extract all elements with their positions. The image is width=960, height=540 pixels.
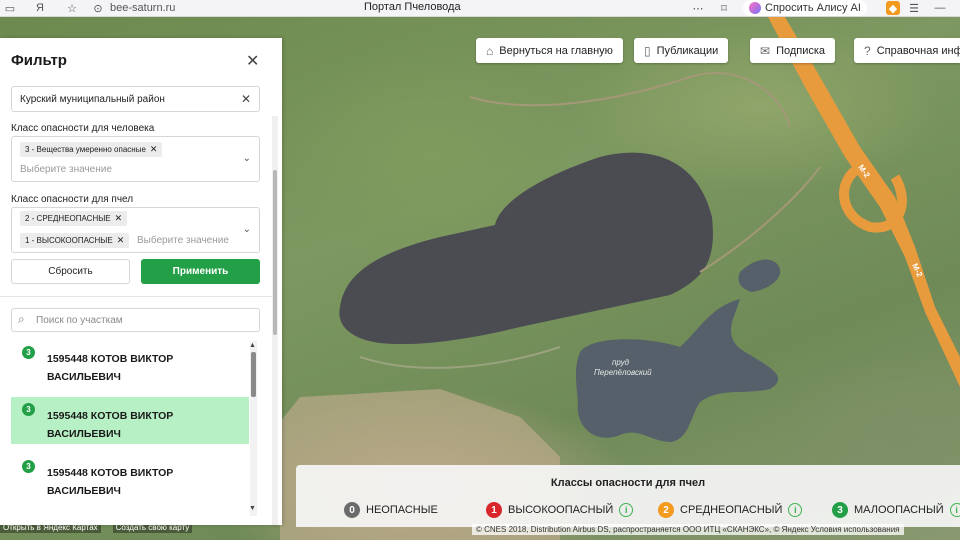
pond-small-shape: [738, 259, 781, 292]
home-label: Вернуться на главную: [499, 44, 613, 57]
chip-remove-icon[interactable]: ✕: [117, 235, 125, 246]
alice-label: Спросить Алису AI: [765, 2, 861, 14]
legend-badge: 2: [658, 502, 674, 518]
chip-label: 1 - ВЫСОКООПАСНЫЕ: [25, 236, 113, 245]
help-button[interactable]: ? Справочная инфо: [854, 38, 960, 63]
chip-remove-icon[interactable]: ✕: [115, 213, 123, 224]
sidebar-icon[interactable]: ▭: [2, 0, 18, 16]
reset-button[interactable]: Сбросить: [11, 259, 130, 284]
legend-badge: 1: [486, 502, 502, 518]
pond-label-1: пруд: [612, 358, 630, 367]
address-bar[interactable]: bee-saturn.ru: [110, 2, 175, 14]
info-icon[interactable]: i: [949, 503, 960, 517]
highway-shape: [768, 17, 960, 387]
extension-icon[interactable]: ◆: [886, 1, 900, 15]
close-icon[interactable]: ✕: [246, 51, 259, 71]
search-placeholder: Поиск по участкам: [36, 315, 123, 326]
home-button[interactable]: ⌂ Вернуться на главную: [476, 38, 623, 63]
legend-label: НЕОПАСНЫЕ: [366, 504, 438, 516]
legend-label: ВЫСОКООПАСНЫЙ: [508, 504, 614, 516]
scroll-up-icon[interactable]: ▲: [249, 342, 256, 349]
apply-button[interactable]: Применить: [141, 259, 260, 284]
search-input[interactable]: ⌕ Поиск по участкам: [11, 308, 260, 332]
legend-item-3: 3 МАЛООПАСНЫЙ i: [832, 502, 960, 518]
help-label: Справочная инфо: [876, 44, 960, 57]
hazard-badge: 3: [22, 460, 35, 473]
question-icon: ?: [864, 43, 871, 58]
chip-remove-icon[interactable]: ✕: [150, 144, 158, 155]
district-value: Курский муниципальный район: [20, 94, 165, 105]
list-item[interactable]: 3 1595448 КОТОВ ВИКТОР ВАСИЛЬЕВИЧ: [11, 397, 249, 444]
yandex-icon[interactable]: Я: [32, 0, 48, 16]
legend-label: МАЛООПАСНЫЙ: [854, 504, 944, 516]
bee-hazard-placeholder: Выберите значение: [137, 235, 229, 246]
list-item-label: 1595448 КОТОВ ВИКТОР ВАСИЛЬЕВИЧ: [47, 467, 174, 497]
legend-item-0: 0 НЕОПАСНЫЕ: [344, 502, 438, 518]
star-icon[interactable]: ☆: [64, 0, 80, 16]
legend-item-2: 2 СРЕДНЕОПАСНЫЙ i: [658, 502, 803, 518]
bookmark-icon[interactable]: ⌑: [716, 0, 732, 16]
list-item-label: 1595448 КОТОВ ВИКТОР ВАСИЛЬЕВИЧ: [47, 353, 174, 383]
alice-icon: [749, 2, 761, 14]
human-hazard-label: Класс опасности для человека: [11, 123, 155, 134]
hazard-badge: 3: [22, 346, 35, 359]
chip-label: 2 - СРЕДНЕОПАСНЫЕ: [25, 214, 111, 223]
subscribe-label: Подписка: [776, 44, 826, 57]
bee-hazard-label: Класс опасности для пчел: [11, 194, 134, 205]
legend-item-1: 1 ВЫСОКООПАСНЫЙ i: [486, 502, 634, 518]
hazard-badge: 3: [22, 403, 35, 416]
dirt-road: [359, 346, 561, 369]
filter-panel: Фильтр ✕ Курский муниципальный район ✕ К…: [0, 38, 282, 525]
chevron-down-icon[interactable]: ⌄: [243, 224, 251, 235]
legend-badge: 0: [344, 502, 360, 518]
map-copyright: © CNES 2018, Distribution Airbus DS, рас…: [472, 524, 904, 535]
human-hazard-chip: 3 - Вещества умеренно опасные ✕: [20, 142, 163, 157]
publications-label: Публикации: [656, 44, 719, 57]
subscribe-button[interactable]: ✉ Подписка: [750, 38, 836, 63]
human-hazard-placeholder: Выберите значение: [20, 164, 112, 175]
pond-label-2: Перепёловский: [594, 368, 652, 377]
publications-icon: ▯: [644, 43, 651, 58]
bee-hazard-chip: 1 - ВЫСОКООПАСНЫЕ ✕: [20, 233, 130, 248]
district-select[interactable]: Курский муниципальный район ✕: [11, 86, 260, 112]
info-icon[interactable]: i: [619, 503, 634, 517]
browser-toolbar: ▭ Я ☆ ⊙ bee-saturn.ru Портал Пчеловода ⋯…: [0, 0, 960, 17]
envelope-icon: ✉: [760, 43, 771, 58]
list-scroll-thumb[interactable]: [251, 352, 256, 397]
panel-scroll-thumb[interactable]: [273, 170, 277, 335]
lock-icon: ⊙: [93, 2, 103, 15]
bee-hazard-select[interactable]: 2 - СРЕДНЕОПАСНЫЕ ✕ 1 - ВЫСОКООПАСНЫЕ ✕ …: [11, 207, 260, 253]
menu-dots-icon[interactable]: ⋯: [690, 0, 706, 16]
bee-hazard-legend: Классы опасности для пчел 0 НЕОПАСНЫЕ 1 …: [296, 465, 960, 527]
legend-label: СРЕДНЕОПАСНЫЙ: [680, 504, 783, 516]
human-hazard-select[interactable]: 3 - Вещества умеренно опасные ✕ Выберите…: [11, 136, 260, 182]
list-item-label: 1595448 КОТОВ ВИКТОР ВАСИЛЬЕВИЧ: [47, 410, 174, 440]
info-icon[interactable]: i: [788, 503, 803, 517]
minimize-icon[interactable]: —: [932, 0, 948, 16]
list-item[interactable]: 3 1595448 КОТОВ ВИКТОР ВАСИЛЬЕВИЧ: [11, 340, 249, 387]
page-title: Портал Пчеловода: [364, 1, 461, 13]
chevron-down-icon[interactable]: ⌄: [243, 153, 251, 164]
scroll-down-icon[interactable]: ▼: [249, 505, 256, 512]
legend-badge: 3: [832, 502, 848, 518]
home-icon: ⌂: [486, 43, 494, 58]
chip-label: 3 - Вещества умеренно опасные: [25, 145, 146, 154]
legend-title: Классы опасности для пчел: [550, 477, 706, 489]
dirt-road: [699, 166, 821, 273]
publications-button[interactable]: ▯ Публикации: [634, 38, 729, 63]
clear-icon[interactable]: ✕: [241, 92, 251, 106]
dirt-road: [469, 72, 791, 128]
panel-title: Фильтр: [11, 52, 67, 69]
alice-button[interactable]: Спросить Алису AI: [743, 0, 867, 16]
field-shape: [339, 152, 713, 345]
bee-hazard-chip: 2 - СРЕДНЕОПАСНЫЕ ✕: [20, 211, 128, 226]
divider: [0, 296, 272, 297]
list-item[interactable]: 3 1595448 КОТОВ ВИКТОР ВАСИЛЬЕВИЧ: [11, 454, 249, 501]
search-icon: ⌕: [18, 312, 25, 326]
reader-icon[interactable]: ☰: [906, 0, 922, 16]
